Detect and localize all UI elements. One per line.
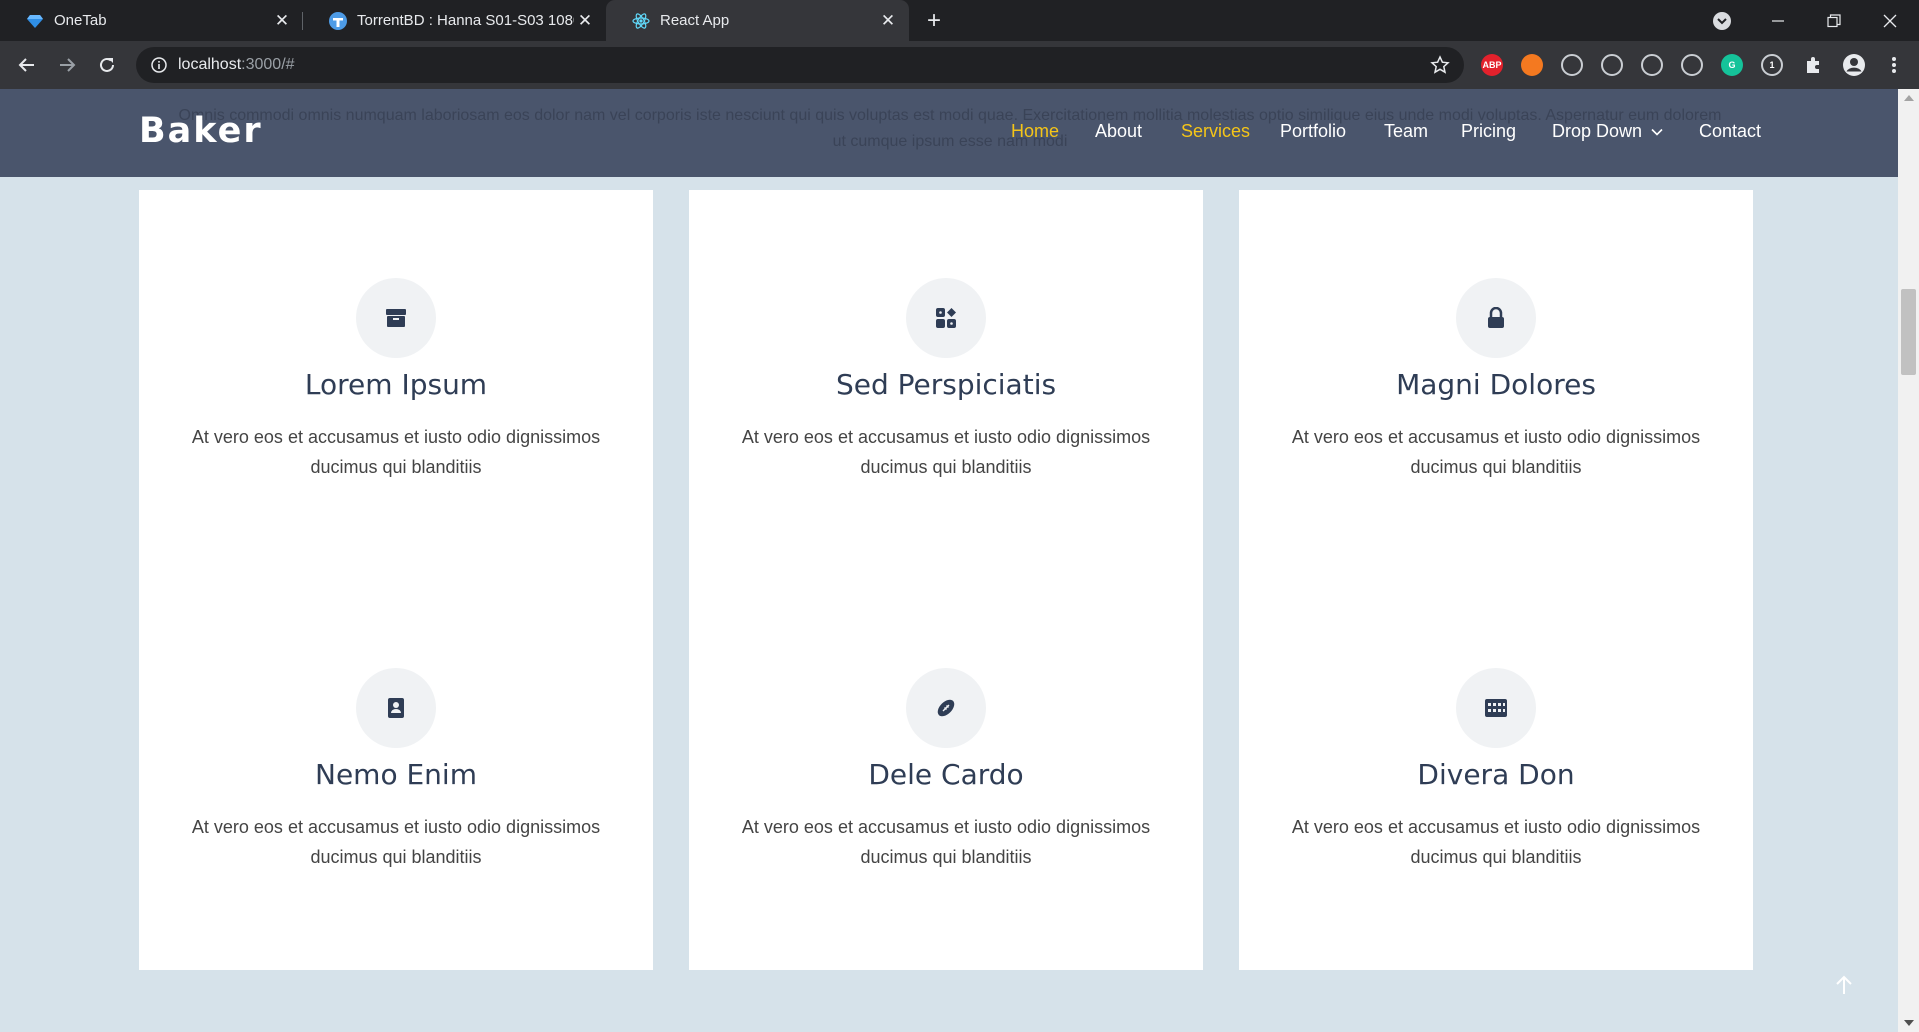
service-icon-circle — [356, 668, 436, 748]
service-card: Nemo Enim At vero eos et accusamus et iu… — [139, 580, 653, 970]
puzzle-icon — [1807, 57, 1819, 73]
box-icon — [386, 309, 406, 327]
close-tab-icon[interactable]: ✕ — [877, 10, 899, 32]
close-tab-icon[interactable]: ✕ — [271, 10, 293, 32]
service-card: Sed Perspiciatis At vero eos et accusamu… — [689, 190, 1203, 580]
nav-portfolio[interactable]: Portfolio — [1280, 121, 1346, 142]
calendar-icon — [1485, 699, 1507, 717]
scroll-down-arrow-icon[interactable] — [1904, 1020, 1914, 1026]
close-window-button[interactable] — [1862, 0, 1918, 41]
lightbulb-extension-icon[interactable] — [1601, 54, 1623, 76]
nav-team[interactable]: Team — [1384, 121, 1428, 142]
react-icon — [632, 12, 650, 30]
extensions-button[interactable] — [1799, 51, 1827, 79]
url-host: localhost — [178, 56, 242, 73]
new-tab-button[interactable]: + — [920, 7, 948, 35]
back-button[interactable] — [13, 51, 41, 79]
profile-button[interactable] — [1840, 51, 1868, 79]
service-card: Dele Cardo At vero eos et accusamus et i… — [689, 580, 1203, 970]
back-to-top-button[interactable] — [1830, 971, 1858, 999]
page-scrollbar[interactable] — [1898, 89, 1919, 1032]
address-bar[interactable]: localhost:3000/# — [136, 47, 1464, 83]
service-title: Sed Perspiciatis — [835, 368, 1057, 401]
service-description: At vero eos et accusamus et iusto odio d… — [191, 817, 601, 867]
service-card: Magni Dolores At vero eos et accusamus e… — [1239, 190, 1753, 580]
reload-button[interactable] — [93, 51, 121, 79]
service-description: At vero eos et accusamus et iusto odio d… — [191, 427, 601, 477]
nav-pricing[interactable]: Pricing — [1461, 121, 1516, 142]
chameleon-extension-icon[interactable] — [1641, 54, 1663, 76]
chevron-down-circle-icon — [1713, 11, 1731, 30]
nav-drop-down[interactable]: Drop Down — [1552, 121, 1663, 142]
arrow-right-icon — [60, 58, 76, 72]
service-description: At vero eos et accusamus et iusto odio d… — [741, 817, 1151, 867]
arrow-up-icon — [1836, 975, 1852, 994]
service-title: Magni Dolores — [1396, 368, 1596, 401]
browser-menu-button[interactable] — [1880, 51, 1908, 79]
site-logo[interactable]: Baker — [139, 111, 263, 151]
page-viewport: Lorem Ipsum At vero eos et accusamus et … — [0, 89, 1898, 1032]
close-icon — [1883, 14, 1897, 27]
service-description: At vero eos et accusamus et iusto odio d… — [1291, 817, 1701, 867]
scrollbar-thumb[interactable] — [1901, 289, 1916, 375]
more-vertical-icon — [1892, 57, 1896, 73]
feed-extension-icon[interactable] — [1521, 54, 1543, 76]
translate-extension-icon[interactable]: 1 — [1761, 54, 1783, 76]
torrentbd-icon — [329, 11, 347, 30]
browser-tabstrip: OneTab ✕ TorrentBD : Hanna S01-S03 1080p… — [0, 0, 1919, 41]
avatar-icon — [1843, 54, 1865, 76]
tab-search-button[interactable] — [1694, 0, 1750, 41]
toggle-extension-icon[interactable] — [1681, 54, 1703, 76]
arrow-left-icon — [18, 58, 34, 72]
service-icon-circle — [906, 668, 986, 748]
tab-title: OneTab — [54, 12, 107, 29]
service-card: Divera Don At vero eos et accusamus et i… — [1239, 580, 1753, 970]
service-title: Lorem Ipsum — [304, 368, 488, 401]
reload-icon — [100, 57, 114, 72]
onetab-diamond-icon — [26, 12, 44, 30]
browser-tab-react-app[interactable]: React App ✕ — [606, 0, 909, 41]
service-description: At vero eos et accusamus et iusto odio d… — [1291, 427, 1701, 477]
service-description: At vero eos et accusamus et iusto odio d… — [741, 427, 1151, 477]
service-card: Lorem Ipsum At vero eos et accusamus et … — [139, 190, 653, 580]
dice-icon — [936, 308, 956, 328]
service-icon-circle — [356, 278, 436, 358]
service-title: Divera Don — [1417, 758, 1575, 791]
service-title: Dele Cardo — [868, 758, 1024, 791]
nav-home[interactable]: Home — [1011, 121, 1059, 142]
football-icon — [937, 699, 955, 717]
url-path: :3000/# — [241, 56, 295, 73]
minimize-icon — [1772, 19, 1784, 22]
nav-about[interactable]: About — [1095, 121, 1142, 142]
service-title: Nemo Enim — [315, 758, 477, 791]
close-tab-icon[interactable]: ✕ — [574, 10, 596, 32]
nav-contact[interactable]: Contact — [1699, 121, 1761, 142]
nav-drop-down-label: Drop Down — [1552, 121, 1643, 141]
grammarly-extension-icon[interactable]: G — [1721, 54, 1743, 76]
chevron-down-icon — [1651, 129, 1663, 136]
tab-title: TorrentBD : Hanna S01-S03 1080p — [357, 12, 574, 29]
browser-tab-onetab[interactable]: OneTab ✕ — [0, 0, 303, 41]
adblock-plus-icon[interactable]: ABP — [1481, 54, 1503, 76]
lock-icon — [1488, 307, 1504, 328]
info-icon[interactable] — [150, 56, 168, 74]
restore-icon — [1827, 13, 1841, 27]
url-text[interactable]: localhost:3000/# — [178, 56, 295, 74]
scroll-up-arrow-icon[interactable] — [1904, 95, 1914, 101]
onetab-extension-icon[interactable] — [1561, 54, 1583, 76]
forward-button[interactable] — [53, 51, 81, 79]
restore-button[interactable] — [1806, 0, 1862, 41]
bookmark-star-icon[interactable] — [1430, 55, 1450, 75]
minimize-button[interactable] — [1750, 0, 1806, 41]
browser-tab-torrentbd[interactable]: TorrentBD : Hanna S01-S03 1080p ✕ — [303, 0, 606, 41]
service-icon-circle — [1456, 278, 1536, 358]
service-icon-circle — [1456, 668, 1536, 748]
contact-book-icon — [388, 698, 404, 718]
tab-title: React App — [660, 12, 730, 29]
site-header: Omnis commodi omnis numquam laboriosam e… — [0, 89, 1898, 177]
nav-services[interactable]: Services — [1181, 121, 1250, 142]
browser-toolbar: localhost:3000/# ABP G 1 — [0, 41, 1919, 89]
service-icon-circle — [906, 278, 986, 358]
